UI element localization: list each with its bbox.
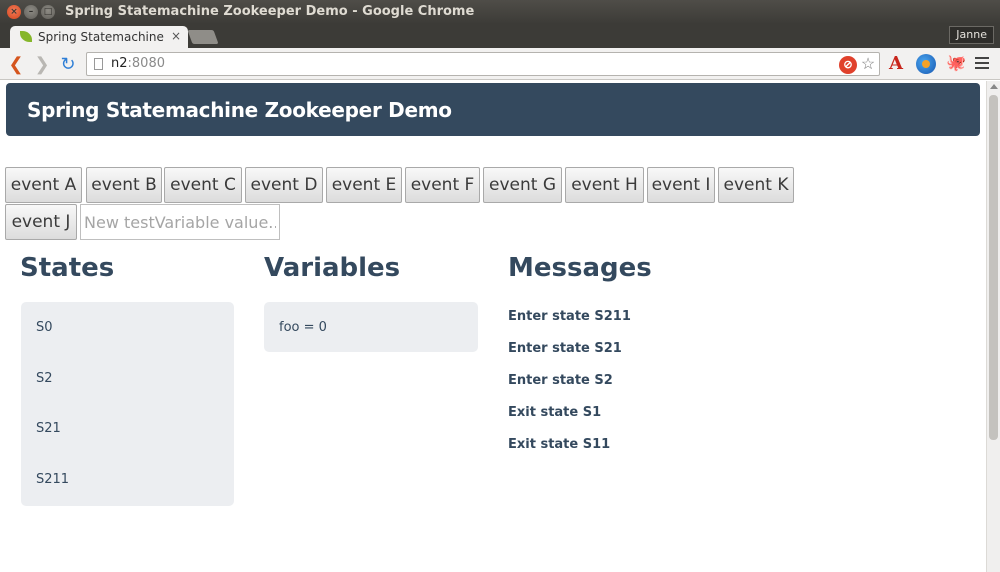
states-well: S0 S2 S21 S211 [21, 302, 234, 506]
event-a-button[interactable]: event A [5, 167, 82, 203]
message-item: Exit state S1 [508, 405, 602, 420]
page-icon [94, 58, 103, 70]
new-tab-button[interactable] [187, 30, 219, 44]
app-navbar: Spring Statemachine Zookeeper Demo [6, 83, 980, 136]
bookmark-star-icon[interactable]: ☆ [859, 56, 877, 74]
state-item: S2 [36, 371, 53, 386]
github-octocat-icon[interactable]: 🐙 [946, 54, 966, 74]
browser-toolbar: ❮ ❯ ↻ n2:8080 ⊘ ☆ A 🐙 [0, 48, 1000, 80]
window-title: Spring Statemachine Zookeeper Demo - Goo… [65, 4, 475, 19]
tab-label: Spring Statemachine Zookeeper Demo [38, 30, 166, 44]
forward-arrow-icon[interactable]: ❯ [32, 54, 52, 74]
event-g-button[interactable]: event G [483, 167, 562, 203]
variables-well: foo = 0 [264, 302, 478, 352]
message-item: Enter state S2 [508, 373, 613, 388]
states-heading: States [20, 253, 115, 283]
firebug-icon[interactable] [916, 54, 936, 74]
window-minimize-icon[interactable]: – [24, 5, 38, 19]
event-c-button[interactable]: event C [164, 167, 242, 203]
state-item: S211 [36, 472, 70, 487]
url-port: :8080 [127, 56, 165, 71]
chrome-menu-icon[interactable] [974, 54, 990, 74]
back-arrow-icon[interactable]: ❮ [6, 54, 26, 74]
adblock-icon[interactable]: ⊘ [839, 56, 857, 74]
event-b-button[interactable]: event B [86, 167, 162, 203]
event-j-button[interactable]: event J [5, 204, 77, 240]
event-f-button[interactable]: event F [405, 167, 480, 203]
window-titlebar: × – □ Spring Statemachine Zookeeper Demo… [0, 0, 1000, 24]
address-bar[interactable]: n2:8080 ⊘ ☆ [86, 52, 880, 76]
scrollbar-thumb[interactable] [989, 95, 998, 440]
event-h-button[interactable]: event H [565, 167, 644, 203]
acrobat-icon[interactable]: A [886, 54, 906, 74]
url-text[interactable]: n2:8080 [111, 56, 165, 71]
event-k-button[interactable]: event K [718, 167, 794, 203]
state-item: S0 [36, 320, 53, 335]
profile-button[interactable]: Janne [949, 26, 994, 44]
page-scrollbar[interactable] [986, 81, 1000, 572]
url-host: n2 [111, 56, 128, 71]
message-item: Enter state S211 [508, 309, 631, 324]
message-item: Enter state S21 [508, 341, 622, 356]
event-i-button[interactable]: event I [647, 167, 715, 203]
spring-leaf-icon [20, 31, 32, 42]
state-item: S21 [36, 421, 61, 436]
variable-item: foo = 0 [279, 320, 327, 335]
window-maximize-icon[interactable]: □ [41, 5, 55, 19]
tab-close-icon[interactable]: × [171, 29, 181, 43]
messages-heading: Messages [508, 253, 652, 283]
event-d-button[interactable]: event D [245, 167, 323, 203]
variables-heading: Variables [264, 253, 401, 283]
message-item: Exit state S11 [508, 437, 611, 452]
window-close-icon[interactable]: × [7, 5, 21, 19]
tab-strip: Spring Statemachine Zookeeper Demo × Jan… [0, 24, 1000, 48]
app-brand[interactable]: Spring Statemachine Zookeeper Demo [27, 98, 452, 122]
test-variable-input[interactable] [80, 204, 280, 240]
reload-icon[interactable]: ↻ [58, 54, 78, 74]
page-viewport: Spring Statemachine Zookeeper Demo event… [0, 81, 986, 572]
scroll-up-arrow-icon[interactable] [990, 84, 998, 89]
browser-tab-active[interactable]: Spring Statemachine Zookeeper Demo × [10, 26, 188, 48]
event-e-button[interactable]: event E [326, 167, 402, 203]
